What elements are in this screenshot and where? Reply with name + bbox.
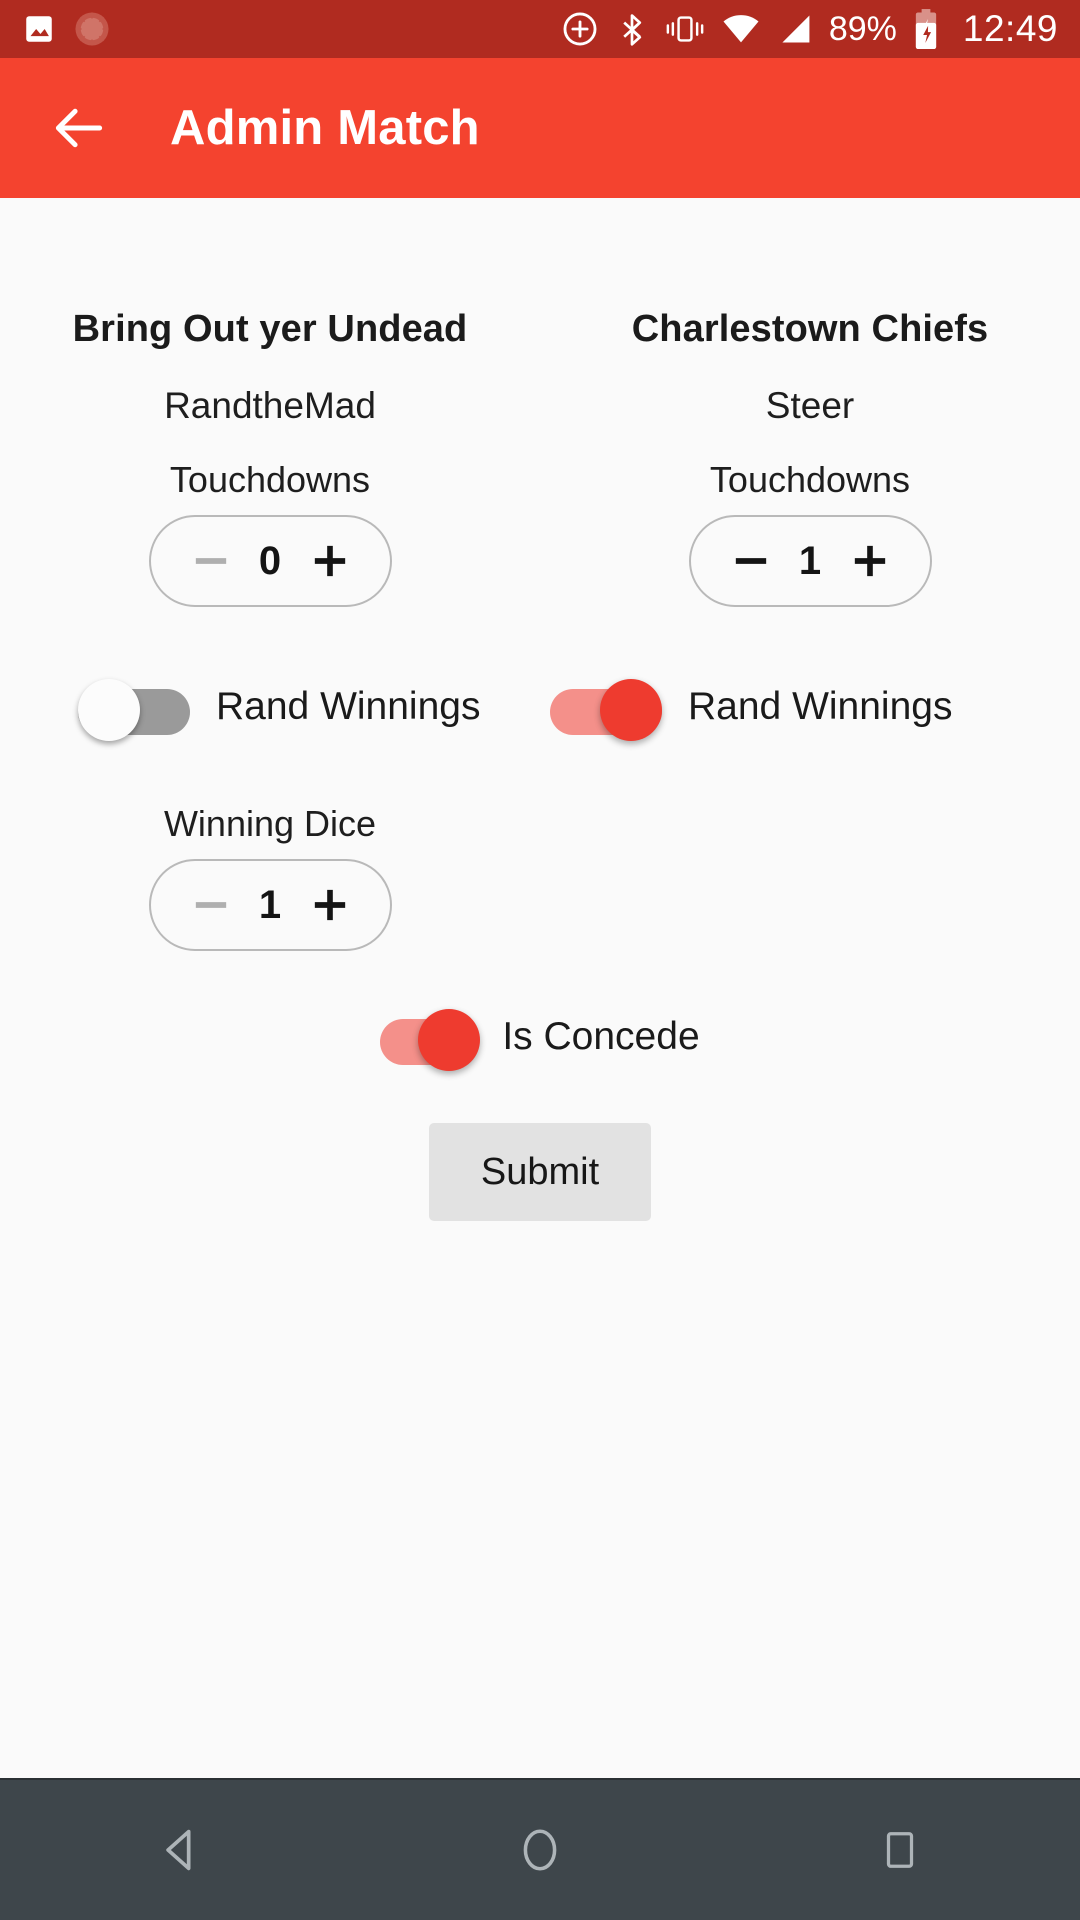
is-concede-label: Is Concede (502, 1015, 700, 1058)
rand-winnings-cell-home: Rand Winnings (0, 679, 540, 741)
touchdowns-value-away: 1 (798, 538, 822, 583)
arrow-back-icon[interactable] (48, 97, 110, 159)
rand-winnings-label-home: Rand Winnings (216, 685, 481, 728)
battery-percentage: 89% (828, 9, 897, 48)
rand-winnings-switch-home[interactable] (78, 679, 190, 741)
touchdowns-label-away: Touchdowns (709, 459, 911, 500)
recents-nav-icon[interactable] (840, 1790, 960, 1910)
team-column-home: Bring Out yer Undead RandtheMad Touchdow… (0, 308, 540, 607)
android-nav-bar (0, 1778, 1080, 1920)
submit-row: Submit (0, 1123, 1080, 1221)
submit-button[interactable]: Submit (428, 1123, 652, 1221)
rand-winnings-row: Rand Winnings Rand Winnings (0, 679, 1080, 741)
touchdowns-increment-away[interactable] (844, 535, 896, 587)
back-nav-icon[interactable] (120, 1790, 240, 1910)
sunburst-icon (74, 11, 110, 47)
touchdowns-decrement-home[interactable] (185, 535, 237, 587)
winning-dice-decrement[interactable] (185, 879, 237, 931)
switch-thumb (78, 679, 140, 741)
app-bar: Admin Match (0, 58, 1080, 198)
wifi-icon (721, 12, 761, 46)
bluetooth-icon (615, 10, 649, 48)
winning-dice-increment[interactable] (304, 879, 356, 931)
team-name-home: Bring Out yer Undead (72, 308, 468, 350)
is-concede-row: Is Concede (0, 1009, 1080, 1071)
winning-dice-value: 1 (258, 882, 282, 927)
page-title: Admin Match (170, 101, 480, 155)
is-concede-switch[interactable] (380, 1009, 481, 1071)
rand-winnings-switch-away[interactable] (550, 679, 662, 741)
battery-charging-icon (913, 8, 939, 50)
home-nav-icon[interactable] (480, 1790, 600, 1910)
status-bar: 89% 12:49 (0, 0, 1080, 58)
coach-name-away: Steer (765, 385, 855, 426)
touchdowns-stepper-away: 1 (688, 515, 932, 607)
switch-thumb (418, 1009, 481, 1071)
touchdowns-increment-home[interactable] (304, 535, 356, 587)
switch-thumb (600, 679, 662, 741)
touchdowns-label-home: Touchdowns (169, 459, 371, 500)
location-add-icon (561, 10, 599, 48)
winning-dice-label: Winning Dice (163, 803, 377, 844)
winning-dice-block: Winning Dice 1 (0, 803, 540, 951)
teams-row: Bring Out yer Undead RandtheMad Touchdow… (0, 198, 1080, 607)
status-bar-right-icons: 89% 12:49 (561, 8, 1058, 50)
main-content: Bring Out yer Undead RandtheMad Touchdow… (0, 198, 1080, 1778)
touchdowns-value-home: 0 (258, 538, 282, 583)
winning-dice-stepper: 1 (148, 859, 392, 951)
team-name-away: Charlestown Chiefs (631, 308, 989, 350)
image-icon (22, 12, 56, 46)
touchdowns-decrement-away[interactable] (725, 535, 777, 587)
coach-name-home: RandtheMad (164, 385, 376, 426)
status-bar-clock: 12:49 (962, 8, 1058, 49)
status-bar-left-icons (22, 11, 110, 47)
touchdowns-stepper-home: 0 (148, 515, 392, 607)
vibrate-icon (665, 12, 705, 46)
signal-icon (777, 12, 813, 46)
rand-winnings-cell-away: Rand Winnings (540, 679, 1080, 741)
phone-screen: 89% 12:49 Admin Match Bring Out yer Unde… (0, 0, 1080, 1920)
team-column-away: Charlestown Chiefs Steer Touchdowns 1 (540, 308, 1080, 607)
rand-winnings-label-away: Rand Winnings (688, 685, 953, 728)
